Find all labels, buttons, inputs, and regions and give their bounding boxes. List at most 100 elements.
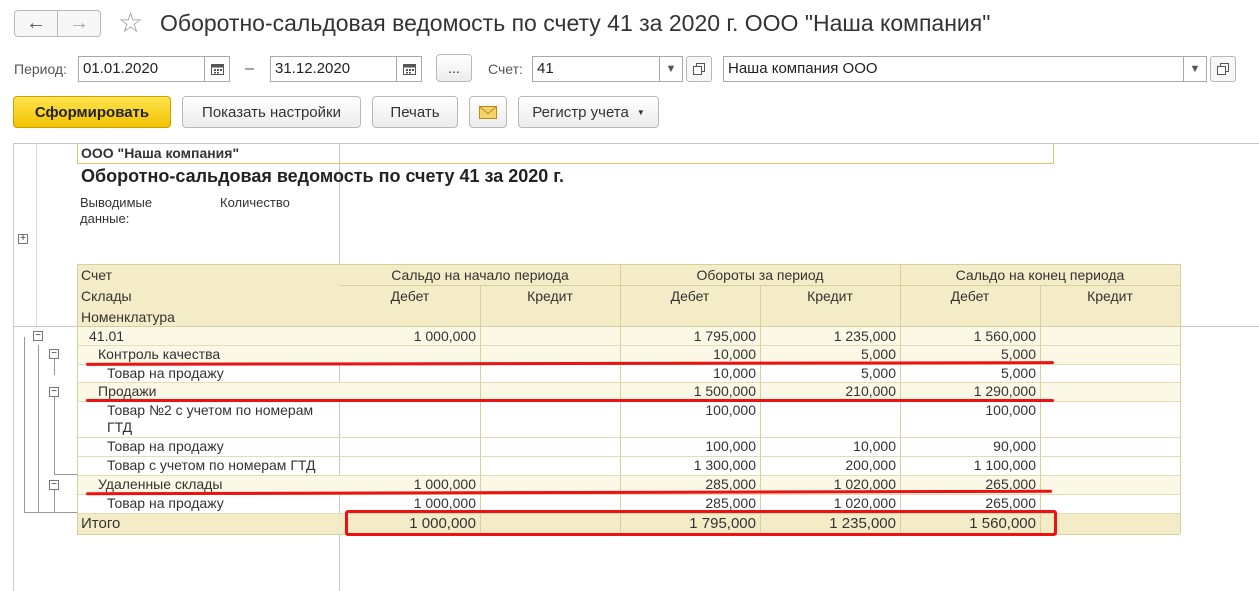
header-turnover-credit: Кредит (807, 288, 853, 304)
row-closing-debit: 265,000 (985, 495, 1036, 511)
date-to-field[interactable]: 31.12.2020 (270, 56, 397, 82)
star-icon[interactable]: ☆ (118, 8, 143, 38)
col-line (77, 264, 78, 534)
header-opening-credit: Кредит (527, 288, 573, 304)
date-to-calendar-button[interactable] (396, 56, 422, 82)
row-turnover-debit: 285,000 (705, 495, 756, 511)
shown-data-value: Количество (220, 195, 290, 210)
row-turnover-credit: 10,000 (853, 438, 896, 454)
col-line (1180, 264, 1181, 534)
register-button[interactable]: Регистр учета ▼ (518, 96, 659, 128)
header-nomenclature: Номенклатура (81, 309, 175, 325)
row-opening-debit: 1 000,000 (413, 495, 476, 511)
send-email-button[interactable] (469, 96, 507, 128)
row-turnover-debit: 100,000 (705, 402, 756, 418)
chevron-down-icon: ▼ (665, 63, 677, 75)
date-from-calendar-button[interactable] (204, 56, 230, 82)
row-turnover-credit: 5,000 (860, 365, 896, 381)
account-dropdown-button[interactable]: ▼ (659, 56, 683, 82)
collapse-icon[interactable]: − (49, 387, 59, 397)
row-name: Товар на продажу (107, 438, 224, 454)
header-warehouses: Склады (81, 288, 132, 304)
tree-line (38, 345, 39, 513)
header-account: Счет (81, 267, 112, 283)
row-turnover-credit: 1 020,000 (833, 495, 896, 511)
window-title: Оборотно-сальдовая ведомость по счету 41… (160, 10, 991, 36)
row-turnover-debit: 100,000 (705, 438, 756, 454)
col-line (480, 285, 481, 534)
open-window-icon (1217, 63, 1229, 75)
row-opening-debit: 1 000,000 (413, 476, 476, 492)
col-line (1040, 285, 1041, 534)
arrow-right-icon: → (69, 12, 89, 34)
organization-field[interactable]: Наша компания ООО (723, 56, 1184, 82)
report-frame-left (13, 143, 14, 591)
row-opening-debit: 1 000,000 (413, 328, 476, 344)
total-label: Итого (81, 515, 121, 532)
account-label: Счет: (488, 61, 523, 77)
header-closing-debit: Дебет (950, 288, 990, 304)
row-turnover-credit: 1 235,000 (833, 328, 896, 344)
expand-all-icon[interactable]: + (18, 234, 28, 244)
date-from-field[interactable]: 01.01.2020 (78, 56, 205, 82)
tree-line (54, 489, 55, 512)
period-choice-button[interactable]: ... (436, 54, 472, 82)
shown-data-label: Выводимые данные: (80, 195, 153, 226)
row-turnover-debit: 1 500,000 (693, 383, 756, 399)
back-button[interactable]: ← (14, 10, 58, 37)
report-heading: Оборотно-сальдовая ведомость по счету 41… (81, 166, 564, 186)
report-right-line (1180, 326, 1259, 327)
header-opening-debit: Дебет (390, 288, 430, 304)
row-closing-debit: 5,000 (1000, 346, 1036, 362)
row-turnover-debit: 10,000 (713, 365, 756, 381)
calendar-icon (210, 64, 224, 75)
row-closing-debit: 5,000 (1000, 365, 1036, 381)
red-highlight-totals (345, 510, 1057, 536)
tree-line (54, 474, 77, 475)
account-open-button[interactable] (686, 56, 712, 82)
arrow-left-icon: ← (26, 12, 46, 34)
collapse-icon[interactable]: − (49, 349, 59, 359)
row-name: 41.01 (89, 328, 125, 344)
collapse-icon[interactable]: − (49, 480, 59, 490)
chevron-down-icon: ▼ (1189, 63, 1201, 75)
generate-button[interactable]: Сформировать (13, 96, 171, 128)
row-closing-debit: 1 560,000 (973, 328, 1036, 344)
row-closing-debit: 1 100,000 (973, 457, 1036, 473)
row-closing-debit: 1 290,000 (973, 383, 1036, 399)
collapse-icon[interactable]: − (33, 331, 43, 341)
forward-button[interactable]: → (57, 10, 101, 37)
organization-open-button[interactable] (1210, 56, 1236, 82)
row-name: Товар на продажу (107, 495, 224, 511)
row-name: Продажи (98, 383, 157, 399)
account-field[interactable]: 41 (532, 56, 660, 82)
period-dash: – (245, 60, 254, 77)
report-company: ООО "Наша компания" (81, 145, 240, 161)
tree-line (54, 396, 55, 474)
show-settings-button[interactable]: Показать настройки (182, 96, 361, 128)
header-closing-balance: Сальдо на конец периода (955, 267, 1125, 283)
open-window-icon (693, 63, 705, 75)
header-turnover-debit: Дебет (670, 288, 710, 304)
row-name: Товар с учетом по номерам ГТД (107, 457, 316, 473)
calendar-icon (402, 64, 416, 75)
row-closing-debit: 100,000 (985, 402, 1036, 418)
tree-line (24, 512, 77, 513)
register-button-label: Регистр учета (532, 103, 629, 121)
row-turnover-debit: 10,000 (713, 346, 756, 362)
row-turnover-credit: 210,000 (845, 383, 896, 399)
row-name: Контроль качества (98, 346, 221, 362)
header-top-line (77, 264, 1180, 265)
red-underline-sales (86, 399, 1054, 402)
print-button[interactable]: Печать (372, 96, 458, 128)
period-label: Период: (14, 61, 67, 77)
report-gutter-line (36, 143, 37, 327)
header-closing-credit: Кредит (1087, 288, 1133, 304)
tree-line (54, 358, 55, 375)
chevron-down-icon: ▼ (636, 107, 645, 117)
header-turnover: Обороты за период (696, 267, 824, 283)
row-turnover-debit: 1 795,000 (693, 328, 756, 344)
organization-dropdown-button[interactable]: ▼ (1183, 56, 1207, 82)
envelope-icon (479, 105, 497, 119)
row-closing-debit: 90,000 (993, 438, 1036, 454)
